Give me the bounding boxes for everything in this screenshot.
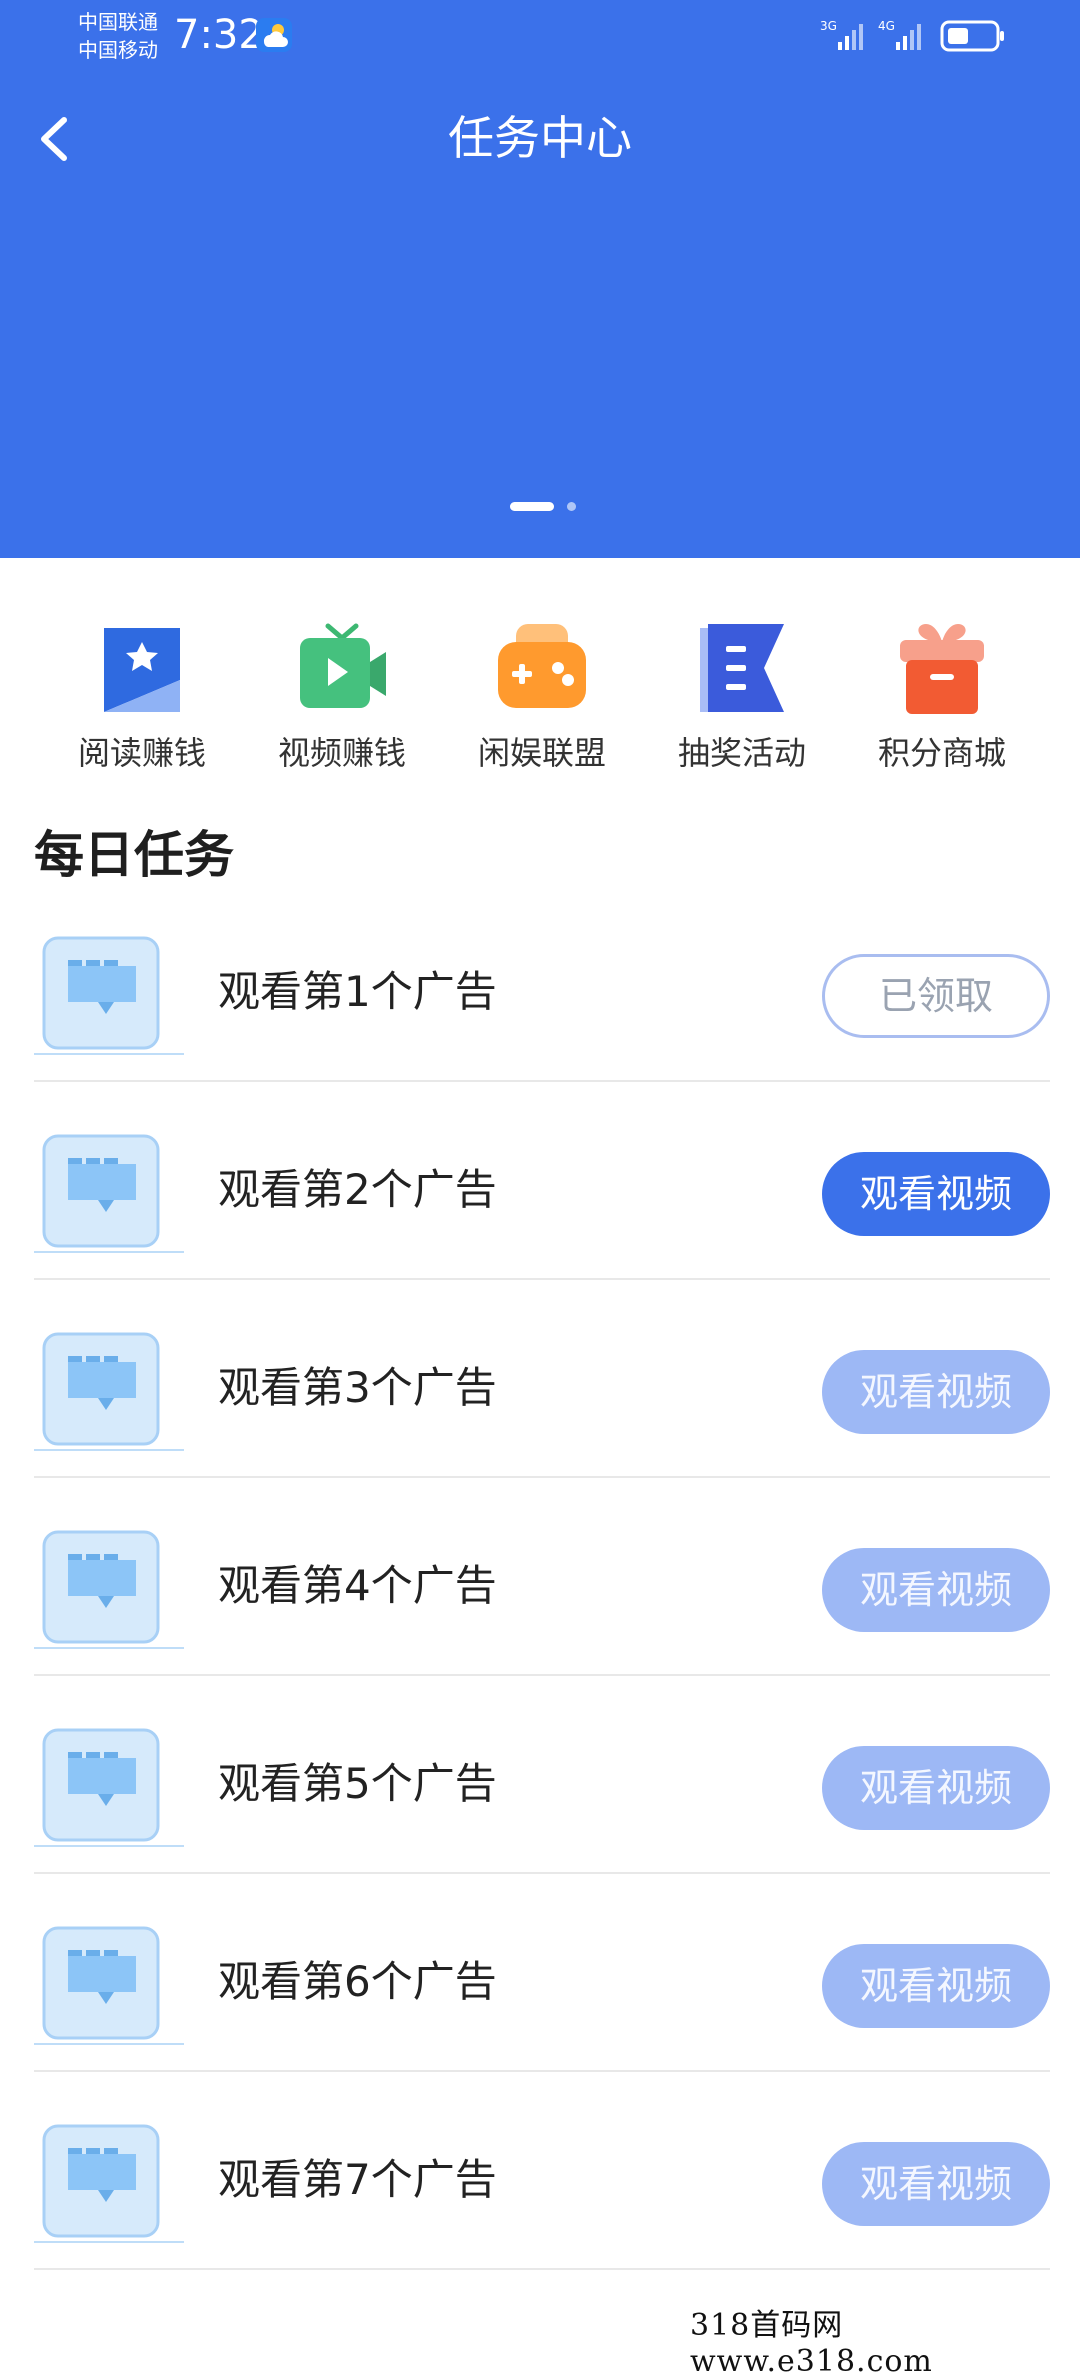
quick-actions: 阅读赚钱 视频赚钱 闲娱联盟 抽奖活动 积分商城 [0,620,1080,780]
task-row: 观看第4个广告 观看视频 [34,1524,1050,1722]
task-title: 观看第2个广告 [218,1165,497,1214]
signal-3g-icon: 3G [820,19,863,50]
signal-4g-icon: 4G [878,19,921,50]
task-title: 观看第4个广告 [218,1561,497,1610]
page-title: 任务中心 [448,111,632,165]
ad-thumbnail-icon [34,1134,184,1253]
quick-action-label: 视频赚钱 [277,734,406,772]
game-controller-icon [498,624,586,708]
task-title: 观看第3个广告 [218,1363,497,1412]
task-action-button[interactable]: 观看视频 [822,1350,1050,1434]
quick-action-label: 抽奖活动 [677,734,806,772]
task-title: 观看第1个广告 [218,967,497,1016]
task-row: 观看第7个广告 观看视频 [34,2118,1050,2316]
svg-text:3G: 3G [820,19,837,33]
divider [34,1872,1050,1874]
task-action-button[interactable]: 观看视频 [822,1944,1050,2028]
ad-thumbnail-icon [34,936,184,1055]
carousel-dot [567,502,576,511]
divider [34,1080,1050,1082]
gift-box-icon [900,624,984,714]
carrier-name-2: 中国移动 [78,38,158,62]
ad-thumbnail-icon [34,1926,184,2045]
carousel-indicator [0,502,1080,514]
daily-tasks-title: 每日任务 [34,826,234,884]
divider [34,2070,1050,2072]
task-action-button[interactable]: 观看视频 [822,1152,1050,1236]
task-row: 观看第1个广告 已领取 [34,930,1050,1128]
ad-thumbnail-icon [34,2124,184,2243]
video-tv-icon [300,623,386,708]
task-row: 观看第2个广告 观看视频 [34,1128,1050,1326]
task-action-button[interactable]: 已领取 [822,954,1050,1038]
quick-action-lottery[interactable]: 抽奖活动 [642,620,842,780]
status-time: 7:32 [174,12,264,58]
task-action-button[interactable]: 观看视频 [822,2142,1050,2226]
task-row: 观看第3个广告 观看视频 [34,1326,1050,1524]
quick-action-label: 阅读赚钱 [77,734,206,772]
lottery-flag-icon [700,624,784,712]
divider [34,1674,1050,1676]
task-action-button[interactable]: 观看视频 [822,1746,1050,1830]
task-action-button[interactable]: 观看视频 [822,1548,1050,1632]
quick-action-casual-games[interactable]: 闲娱联盟 [442,620,642,780]
task-row: 观看第5个广告 观看视频 [34,1722,1050,1920]
weather-icon [256,18,292,52]
task-title: 观看第7个广告 [218,2155,497,2204]
carrier-info: 中国联通 中国移动 [78,8,158,64]
task-title: 观看第5个广告 [218,1759,497,1808]
quick-action-label: 闲娱联盟 [477,734,606,772]
quick-action-points-mall[interactable]: 积分商城 [842,620,1042,780]
quick-action-read-earn[interactable]: 阅读赚钱 [42,620,242,780]
carrier-name-1: 中国联通 [78,10,158,34]
read-bookmark-icon [104,628,180,712]
ad-thumbnail-icon [34,1728,184,1847]
divider [34,2268,1050,2270]
quick-action-video-earn[interactable]: 视频赚钱 [242,620,442,780]
banner[interactable]: 中国联通 中国移动 7:32 3G 4G 任务中心 [0,0,1080,558]
divider [34,1278,1050,1280]
task-row: 观看第6个广告 观看视频 [34,1920,1050,2118]
ad-thumbnail-icon [34,1332,184,1451]
battery-icon [940,20,1004,52]
divider [34,1476,1050,1478]
task-title: 观看第6个广告 [218,1957,497,2006]
svg-text:4G: 4G [878,19,895,33]
ad-thumbnail-icon [34,1530,184,1649]
quick-action-label: 积分商城 [877,734,1006,772]
carousel-dot-active [510,502,554,511]
